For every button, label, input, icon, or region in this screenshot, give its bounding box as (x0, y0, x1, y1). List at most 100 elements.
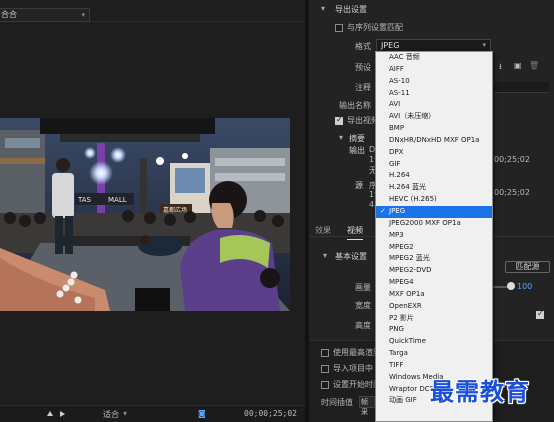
chevron-down-icon[interactable]: ▾ (123, 409, 127, 418)
format-option[interactable]: MPEG2-DVD (376, 265, 492, 277)
quality-slider-knob[interactable] (507, 282, 515, 290)
format-option[interactable]: ✓ JPEG (376, 205, 492, 218)
format-option[interactable]: AAC 音频 (376, 52, 492, 64)
zoom-fit-label: 合合 (1, 10, 17, 19)
format-option-label: MXF OP1a (389, 289, 425, 298)
time-interp-label: 时间插值 (321, 398, 353, 407)
tab-video[interactable]: 视频 (347, 225, 363, 240)
format-option-label: Targa (389, 349, 408, 358)
format-option[interactable]: Targa (376, 348, 492, 360)
format-option[interactable]: AS-10 (376, 76, 492, 88)
format-option-label: H.264 (389, 171, 410, 180)
format-option-label: AIFF (389, 64, 404, 73)
format-option[interactable]: BMP (376, 123, 492, 135)
export-video-checkbox[interactable] (335, 115, 343, 125)
export-settings-title: 导出设置 (335, 5, 367, 14)
program-monitor: 合合 ▾ TAS MALL 嘉都広场 适合 ▾ ◙ 00;00;25;02 (0, 0, 305, 422)
video-preview-frame: TAS MALL 嘉都広场 (0, 118, 290, 311)
time-interp-select[interactable]: 帧采 (359, 396, 375, 416)
format-option-label: Wraptor DCP (389, 384, 434, 393)
format-option-label: MPEG2 蓝光 (389, 254, 430, 263)
format-option[interactable]: MP3 (376, 230, 492, 242)
format-option[interactable]: AVI (376, 99, 492, 111)
format-option-label: JPEG (389, 206, 406, 215)
import-project-checkbox[interactable] (321, 365, 329, 373)
format-label: 格式 (355, 42, 371, 51)
output-summary-time: 00;25;02 (494, 155, 530, 164)
format-option[interactable]: DNxHR/DNxHD MXF OP1a (376, 135, 492, 147)
format-option[interactable]: AS-11 (376, 88, 492, 100)
format-option[interactable]: H.264 蓝光 (376, 182, 492, 194)
format-option[interactable]: PNG (376, 324, 492, 336)
format-option-label: H.264 蓝光 (389, 183, 426, 192)
format-option-label: QuickTime (389, 337, 426, 346)
tab-effects[interactable]: 效果 (315, 225, 331, 236)
format-option[interactable]: AIFF (376, 64, 492, 76)
format-option-label: MPEG4 (389, 278, 414, 287)
format-option[interactable]: TIFF (376, 360, 492, 372)
format-option[interactable]: QuickTime (376, 336, 492, 348)
start-time-label: 设置开始时间 (333, 380, 381, 389)
format-option-label: BMP (389, 124, 405, 133)
height-label: 高度 (355, 321, 371, 330)
chevron-down-icon: ▾ (81, 11, 85, 19)
format-option[interactable]: HEVC (H.265) (376, 194, 492, 206)
format-option[interactable]: MPEG4 (376, 277, 492, 289)
format-option[interactable]: MPEG2 蓝光 (376, 253, 492, 265)
concert-photo: TAS MALL 嘉都広场 (0, 118, 290, 311)
preset-label: 预设 (355, 63, 371, 72)
format-option[interactable]: H.264 (376, 170, 492, 182)
format-option-label: AS-11 (389, 88, 410, 97)
format-option-label: PNG (389, 325, 404, 334)
format-dropdown-list: AAC 音频 AIFF AS-10 AS-11 AVI AVI（未压缩） BMP DNxHR/… (375, 51, 493, 422)
collapse-arrow-icon[interactable]: ▾ (321, 4, 325, 13)
sign-tas: TAS (77, 196, 92, 204)
format-option[interactable]: OpenEXR (376, 301, 492, 313)
quality-value[interactable]: 100 (517, 282, 532, 291)
format-option-label: DNxHR/DNxHD MXF OP1a (389, 135, 480, 144)
format-option-label: P2 影片 (389, 313, 414, 322)
zoom-fit-select[interactable]: 合合 ▾ (0, 8, 90, 22)
format-option-label: AAC 音频 (389, 53, 420, 61)
output-summary-label: 输出 (349, 146, 365, 155)
frame-export-icon[interactable]: ◙ (198, 409, 206, 418)
max-render-checkbox[interactable] (321, 349, 329, 357)
constrain-proportions-checkbox[interactable] (536, 309, 544, 319)
format-option[interactable]: DPX (376, 147, 492, 159)
set-out-icon[interactable] (60, 411, 65, 417)
match-sequence-checkbox[interactable] (335, 24, 343, 32)
format-value: JPEG (381, 41, 400, 50)
watermark-text: 最需教育 (430, 377, 530, 406)
monitor-bottom-bar: 适合 ▾ ◙ 00;00;25;02 (0, 405, 305, 422)
format-option[interactable]: AVI（未压缩） (376, 111, 492, 123)
collapse-arrow-icon[interactable]: ▾ (323, 251, 327, 260)
format-option[interactable]: MPEG2 (376, 242, 492, 254)
comment-field[interactable] (494, 82, 549, 93)
delete-preset-icon[interactable]: 🗑 (529, 61, 539, 70)
format-option[interactable]: GIF (376, 159, 492, 171)
format-option[interactable]: MXF OP1a (376, 289, 492, 301)
source-summary-label: 源 (355, 181, 363, 190)
collapse-arrow-icon[interactable]: ▾ (339, 133, 343, 142)
save-preset-icon[interactable]: ⭳ (499, 61, 502, 75)
format-option-label: TIFF (389, 360, 404, 369)
format-option[interactable]: JPEG2000 MXF OP1a (376, 218, 492, 230)
match-source-button[interactable]: 匹配源 (505, 261, 550, 273)
sign-mall: MALL (108, 196, 127, 204)
monitor-top-bar: 合合 ▾ (0, 8, 305, 22)
format-option-label: 动画 GIF (389, 396, 417, 405)
set-in-icon[interactable] (47, 411, 53, 416)
format-option-label: AVI（未压缩） (389, 112, 436, 121)
duration-timecode: 00;00;25;02 (244, 409, 297, 418)
import-project-label: 导入项目中 (333, 364, 373, 373)
start-time-checkbox[interactable] (321, 381, 329, 389)
output-name-label: 输出名称 (339, 101, 371, 110)
format-option-label: GIF (389, 159, 401, 168)
basic-settings-title: 基本设置 (335, 252, 367, 261)
checkmark-icon: ✓ (380, 206, 386, 215)
import-preset-icon[interactable]: ▣ (514, 61, 522, 70)
format-option-label: AS-10 (389, 76, 410, 85)
source-summary-time: 00;25;02 (494, 188, 530, 197)
zoom-fit-bottom[interactable]: 适合 (103, 409, 119, 420)
format-option[interactable]: P2 影片 (376, 313, 492, 325)
